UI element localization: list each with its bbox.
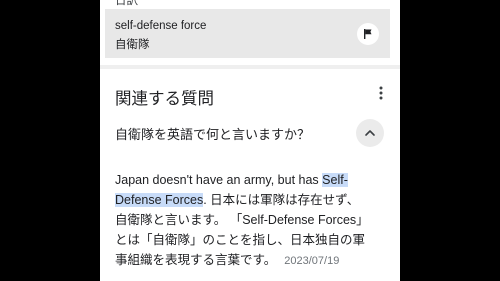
card-divider bbox=[100, 65, 400, 69]
collapse-button[interactable] bbox=[356, 119, 384, 147]
question-text: 自衛隊を英語で何と言いますか？ bbox=[115, 127, 311, 142]
phone-screen: 日訳 self-defense force 自衛隊 関連する質問 自衛隊を英語で… bbox=[100, 0, 400, 281]
answer-date: 2023/07/19 bbox=[284, 255, 340, 267]
highlighted-text: Defense Forces bbox=[115, 193, 204, 207]
answer-text: Japan doesn't have an army, but has bbox=[115, 173, 323, 187]
answer-text: . 日本には軍隊は存在せず、 bbox=[203, 193, 360, 207]
flag-icon bbox=[364, 29, 372, 39]
answer-snippet: Japan doesn't have an army, but has Self… bbox=[115, 170, 397, 270]
more-vert-icon bbox=[379, 86, 383, 100]
feedback-button[interactable] bbox=[357, 23, 379, 45]
translation-target: 自衛隊 bbox=[115, 39, 150, 51]
partial-header-text: 日訳 bbox=[115, 0, 138, 7]
more-options-button[interactable] bbox=[374, 84, 388, 102]
answer-line: 自衛隊と言います。 「Self-Defense Forces」 bbox=[115, 213, 369, 227]
answer-line: Japan doesn't have an army, but has Self… bbox=[115, 170, 397, 190]
question-row[interactable]: 自衛隊を英語で何と言いますか？ bbox=[100, 115, 400, 151]
answer-line: 事組織を表現する言葉です。 2023/07/19 bbox=[115, 250, 397, 270]
translation-result[interactable]: self-defense force 自衛隊 bbox=[105, 9, 390, 58]
highlighted-text: Self- bbox=[322, 173, 348, 187]
chevron-up-icon bbox=[365, 130, 375, 136]
answer-text: 事組織を表現する言葉です。 bbox=[115, 253, 277, 267]
translation-source: self-defense force bbox=[115, 20, 207, 32]
answer-line: とは「自衛隊」のことを指し、日本独自の軍 bbox=[115, 233, 366, 247]
related-questions-title: 関連する質問 bbox=[115, 90, 214, 108]
answer-line: Defense Forces. 日本には軍隊は存在せず、 bbox=[115, 190, 397, 210]
